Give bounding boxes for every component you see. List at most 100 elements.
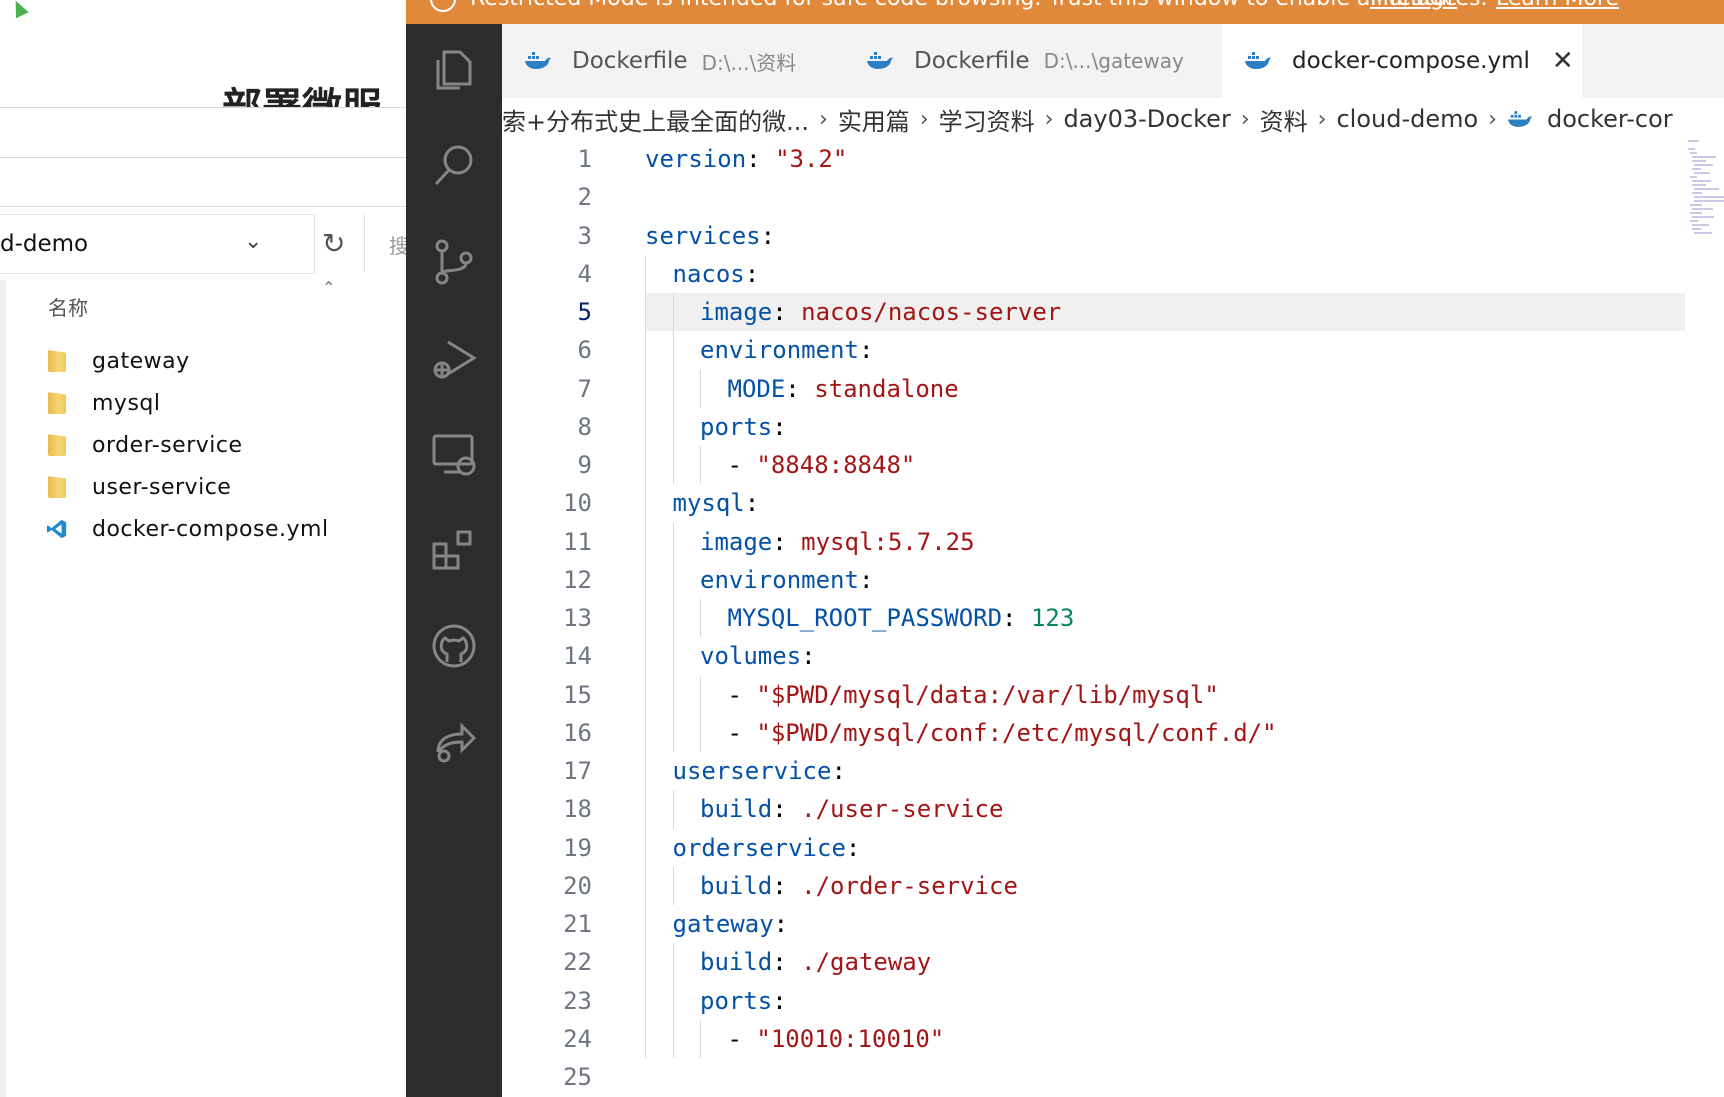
code-token: : [744,489,760,518]
code-token: 123 [1030,604,1075,632]
remote-explorer-icon[interactable] [430,430,478,478]
manage-link[interactable]: Manage [1370,0,1457,11]
code-token: mysql:5.7.25 [801,527,975,556]
files-icon[interactable] [430,46,478,94]
code-token: ports [700,986,773,1015]
minimap-line [1688,148,1696,150]
line-number: 17 [563,757,592,785]
code-line[interactable]: 23 ports: [502,982,1724,1020]
code-text: MODE: standalone [728,370,959,408]
line-number: 4 [577,259,592,288]
editor-tab[interactable]: Dockerfile D:\...\资料 [524,24,844,98]
minimap-line [1692,208,1713,210]
code-line[interactable]: 2 [502,178,1724,216]
code-line[interactable]: 22 build: ./gateway [502,943,1724,981]
line-number: 6 [577,336,592,365]
code-token: nacos [672,259,745,288]
code-line[interactable]: 24 - "10010:10010" [502,1020,1724,1058]
breadcrumb-item[interactable]: cloud-demo [1336,105,1478,133]
file-list-item[interactable]: mysql [48,382,329,424]
code-line[interactable]: 25 [502,1058,1724,1096]
line-number: 21 [563,910,592,938]
refresh-button[interactable]: ↻ [318,214,350,272]
code-token: ./user-service [801,795,1004,824]
editor-tab[interactable]: docker-compose.yml ✕ [1222,24,1582,98]
code-token: gateway [672,910,774,938]
address-bar[interactable]: d-demo ⌄ [0,214,315,274]
code-line[interactable]: 21 gateway: [502,905,1724,943]
activity-bar [406,24,502,1097]
code-token: : [772,871,802,900]
column-header-name[interactable]: 名称 [48,292,88,321]
code-line[interactable]: 10 mysql: [502,484,1724,522]
code-line[interactable]: 3 services: [502,217,1724,255]
close-icon[interactable]: ✕ [1552,46,1574,76]
code-text: MYSQL_ROOT_PASSWORD: 123 [728,599,1075,637]
minimap[interactable] [1688,140,1724,240]
chevron-right-icon: › [819,106,828,132]
code-text: volumes: [700,637,816,675]
search-input[interactable]: 搜 [364,214,406,272]
code-line[interactable]: 4 nacos: [502,255,1724,293]
file-explorer-window: 部署微服 d-demo ⌄ ↻ 搜 名称 ⌃ gateway mysql order… [0,0,406,1097]
file-list-item[interactable]: gateway [48,340,329,382]
code-line[interactable]: 12 environment: [502,561,1724,599]
breadcrumb-item[interactable]: 资料 [1260,102,1308,137]
code-token: mysql [672,489,745,518]
minimap-line [1692,180,1712,182]
file-name: order-service [92,432,243,458]
code-line[interactable]: 5 image: nacos/nacos-server [502,293,1724,331]
minimap-line [1694,164,1713,166]
live-share-icon[interactable] [430,718,478,766]
minimap-line [1690,152,1697,154]
code-token: MYSQL_ROOT_PASSWORD [727,604,1003,632]
tab-path: D:\...\资料 [701,50,797,75]
code-token: : [772,795,802,824]
code-token: volumes [700,642,802,671]
breadcrumb-item[interactable]: 索+分布式史上最全面的微... [502,102,809,137]
code-line[interactable]: 6 environment: [502,331,1724,369]
code-line[interactable]: 9 - "8848:8848" [502,446,1724,484]
breadcrumb-item[interactable]: 学习资料 [939,102,1035,137]
minimap-line [1694,188,1720,190]
code-line[interactable]: 14 volumes: [502,637,1724,675]
code-line[interactable]: 20 build: ./order-service [502,867,1724,905]
breadcrumb-item[interactable]: day03-Docker [1063,105,1230,133]
code-line[interactable]: 8 ports: [502,408,1724,446]
code-line[interactable]: 1 version: "3.2" [502,140,1724,178]
refresh-icon: ↻ [322,226,346,260]
run-debug-icon[interactable] [430,334,478,382]
breadcrumb-item[interactable]: 实用篇 [838,102,910,137]
file-list-item[interactable]: user-service [48,466,329,508]
chevron-down-icon[interactable]: ⌄ [244,229,262,254]
file-list-item[interactable]: docker-compose.yml [46,508,329,550]
extensions-icon[interactable] [430,526,478,574]
code-token: : [772,527,802,556]
source-control-icon[interactable] [430,238,478,286]
code-token: "3.2" [775,145,848,173]
code-token: - [727,718,757,747]
tab-path: D:\...\gateway [1043,49,1184,73]
editor-tab[interactable]: Dockerfile D:\...\gateway [866,24,1196,98]
code-line[interactable]: 19 orderservice: [502,829,1724,867]
code-token: : [845,833,861,862]
breadcrumb-item[interactable]: docker-cor [1547,105,1673,133]
line-number: 7 [577,374,592,403]
code-line[interactable]: 11 image: mysql:5.7.25 [502,523,1724,561]
code-line[interactable]: 16 - "$PWD/mysql/conf:/etc/mysql/conf.d/" [502,714,1724,752]
file-list-item[interactable]: order-service [48,424,329,466]
github-icon[interactable] [430,622,478,670]
docker-whale-icon [1507,110,1533,127]
code-text: - "10010:10010" [728,1020,945,1058]
code-line[interactable]: 7 MODE: standalone [502,370,1724,408]
code-line[interactable]: 17 userservice: [502,752,1724,790]
code-line[interactable]: 15 - "$PWD/mysql/data:/var/lib/mysql" [502,676,1724,714]
code-text: - "$PWD/mysql/conf:/etc/mysql/conf.d/" [728,714,1277,752]
code-line[interactable]: 18 build: ./user-service [502,790,1724,828]
code-editor[interactable]: 1 version: "3.2" 2 3 services: 4 nacos: 5 image:… [502,140,1724,1097]
code-token: : [831,757,846,785]
search-icon[interactable] [430,142,478,190]
chevron-right-icon: › [1044,106,1054,132]
learn-more-link[interactable]: Learn More [1496,0,1619,11]
code-line[interactable]: 13 MYSQL_ROOT_PASSWORD: 123 [502,599,1724,637]
